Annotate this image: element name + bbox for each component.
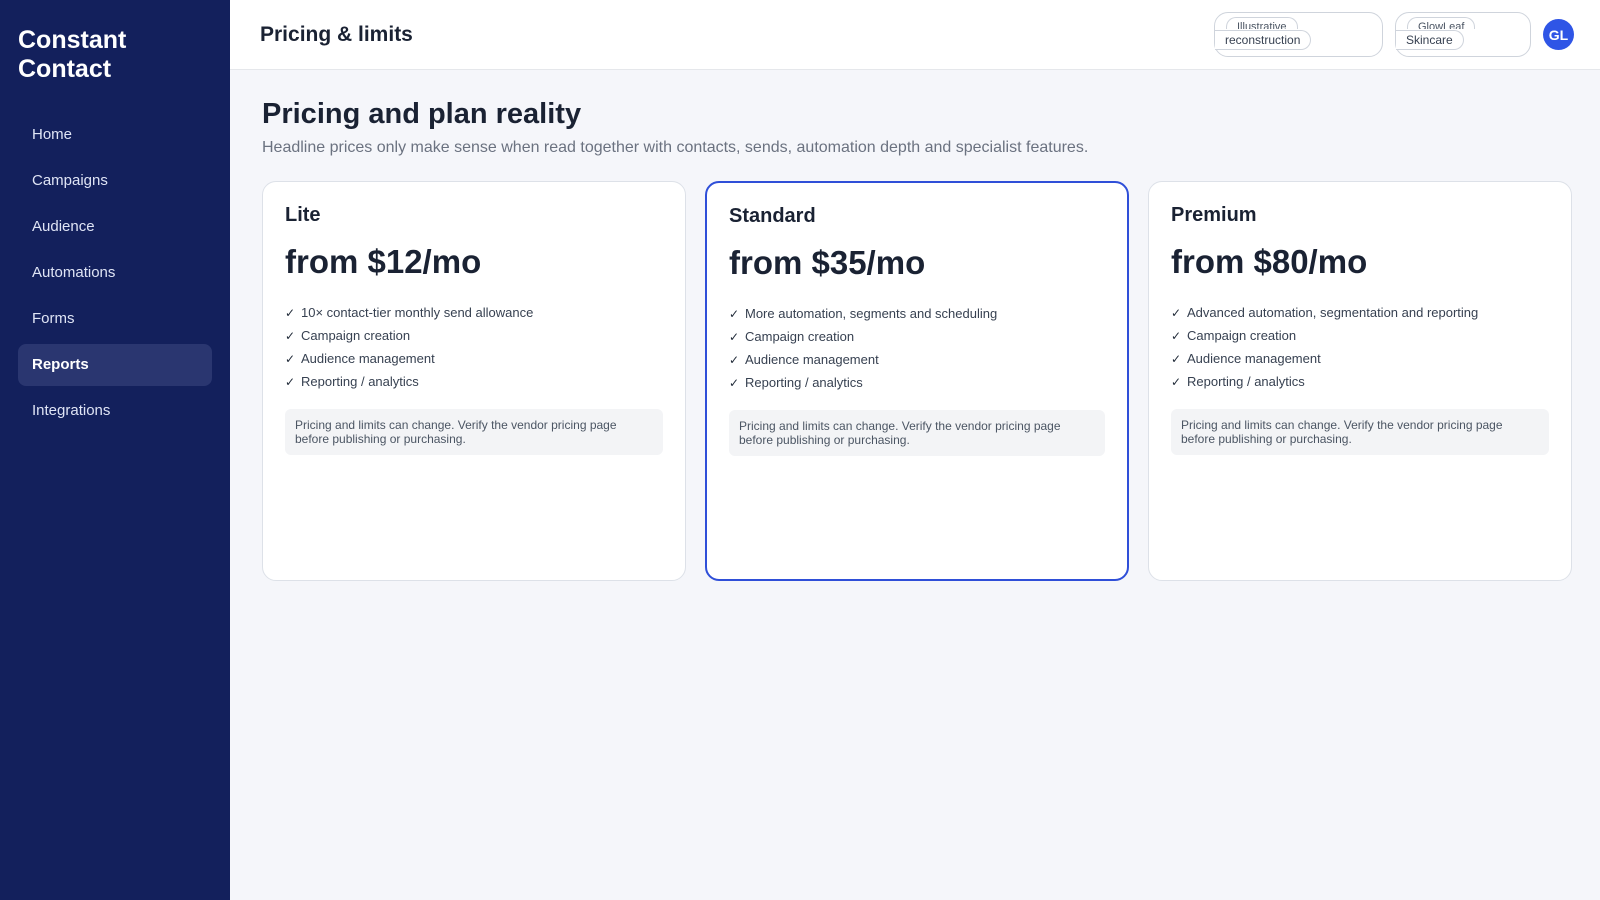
plan-price: from $80/mo — [1171, 243, 1368, 280]
feature-text: Reporting / analytics — [745, 375, 863, 390]
sidebar-item-campaigns[interactable]: Campaigns — [18, 160, 212, 202]
feature-list: ✓ More automation, segments and schedulin… — [729, 302, 1105, 394]
pill-line-1: Illustrative — [1226, 17, 1298, 29]
feature-item: ✓ More automation, segments and schedulin… — [729, 302, 1105, 325]
feature-item: ✓ 10× contact-tier monthly send allowance — [285, 301, 663, 324]
content: Pricing and plan reality Headline prices… — [230, 70, 1600, 609]
sidebar-item-automations[interactable]: Automations — [18, 252, 212, 294]
plan-cards: Lite from $12/mo ✓ 10× contact-tier month… — [262, 181, 1572, 581]
check-icon: ✓ — [729, 375, 740, 390]
pill-line-1: GlowLeaf — [1407, 17, 1476, 29]
feature-text: Audience management — [745, 352, 879, 367]
check-icon: ✓ — [729, 352, 740, 367]
plan-price: from $12/mo — [285, 243, 482, 280]
check-icon: ✓ — [1171, 305, 1182, 320]
feature-item: ✓ Audience management — [1171, 347, 1549, 370]
plan-card-premium[interactable]: Premium from $80/mo ✓ Advanced automation… — [1148, 181, 1572, 581]
check-icon: ✓ — [1171, 374, 1182, 389]
brand-logo[interactable]: Constant Contact — [18, 26, 212, 84]
check-icon: ✓ — [285, 374, 296, 389]
plan-card-standard[interactable]: Standard from $35/mo ✓ More automation, s… — [705, 181, 1129, 581]
pricing-disclaimer: Pricing and limits can change. Verify th… — [729, 410, 1105, 456]
feature-text: Campaign creation — [301, 328, 411, 343]
sidebar-item-forms[interactable]: Forms — [18, 298, 212, 340]
feature-item: ✓ Audience management — [729, 348, 1105, 371]
feature-text: More automation, segments and scheduling — [745, 306, 998, 321]
feature-item: ✓ Campaign creation — [285, 324, 663, 347]
page-subtitle: Headline prices only make sense when rea… — [262, 139, 1089, 156]
check-icon: ✓ — [1171, 351, 1182, 366]
feature-item: ✓ Reporting / analytics — [1171, 370, 1549, 393]
check-icon: ✓ — [285, 305, 296, 320]
page-title: Pricing and plan reality — [262, 98, 582, 130]
feature-item: ✓ Advanced automation, segmentation and r… — [1171, 301, 1549, 324]
sidebar-nav: Home Campaigns Audience Automations Form… — [18, 114, 212, 432]
check-icon: ✓ — [729, 329, 740, 344]
feature-text: Audience management — [301, 351, 435, 366]
pricing-disclaimer: Pricing and limits can change. Verify th… — [285, 409, 663, 455]
sidebar-item-integrations[interactable]: Integrations — [18, 390, 212, 432]
check-icon: ✓ — [285, 328, 296, 343]
avatar[interactable]: GL — [1543, 19, 1574, 50]
sidebar-item-home[interactable]: Home — [18, 114, 212, 156]
check-icon: ✓ — [285, 351, 296, 366]
main-area: Pricing & limits Illustrative reconstruc… — [230, 0, 1600, 900]
feature-item: ✓ Campaign creation — [1171, 324, 1549, 347]
plan-name: Lite — [285, 204, 321, 226]
feature-text: Campaign creation — [1187, 328, 1297, 343]
top-bar: Pricing & limits Illustrative reconstruc… — [230, 0, 1600, 70]
pill-line-2: reconstruction — [1215, 30, 1312, 50]
feature-text: Advanced automation, segmentation and re… — [1187, 305, 1479, 320]
plan-price: from $35/mo — [729, 244, 926, 281]
check-icon: ✓ — [1171, 328, 1182, 343]
feature-text: Reporting / analytics — [301, 374, 419, 389]
feature-item: ✓ Campaign creation — [729, 325, 1105, 348]
feature-list: ✓ Advanced automation, segmentation and r… — [1171, 301, 1549, 393]
reconstruction-pill[interactable]: Illustrative reconstruction — [1214, 12, 1383, 57]
feature-list: ✓ 10× contact-tier monthly send allowance… — [285, 301, 663, 393]
feature-text: 10× contact-tier monthly send allowance — [301, 305, 534, 320]
feature-text: Audience management — [1187, 351, 1321, 366]
sidebar-item-audience[interactable]: Audience — [18, 206, 212, 248]
sidebar-item-reports[interactable]: Reports — [18, 344, 212, 386]
pricing-disclaimer: Pricing and limits can change. Verify th… — [1171, 409, 1549, 455]
plan-name: Premium — [1171, 204, 1257, 226]
account-pill[interactable]: GlowLeaf Skincare — [1395, 12, 1531, 57]
feature-text: Campaign creation — [745, 329, 855, 344]
feature-item: ✓ Reporting / analytics — [729, 371, 1105, 394]
plan-name: Standard — [729, 205, 816, 227]
plan-card-lite[interactable]: Lite from $12/mo ✓ 10× contact-tier month… — [262, 181, 686, 581]
sidebar: Constant Contact Home Campaigns Audience… — [0, 0, 230, 900]
pill-line-2: Skincare — [1396, 30, 1464, 50]
feature-item: ✓ Reporting / analytics — [285, 370, 663, 393]
check-icon: ✓ — [729, 306, 740, 321]
page-header-title: Pricing & limits — [260, 22, 413, 46]
feature-item: ✓ Audience management — [285, 347, 663, 370]
feature-text: Reporting / analytics — [1187, 374, 1305, 389]
